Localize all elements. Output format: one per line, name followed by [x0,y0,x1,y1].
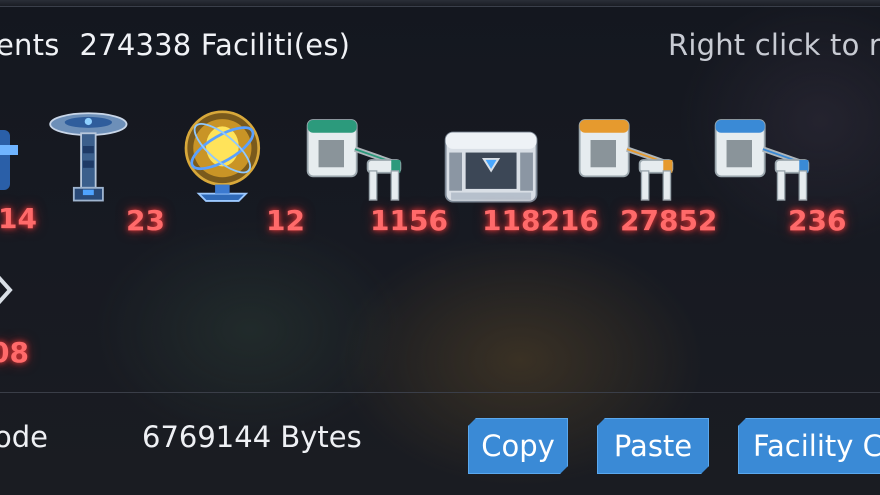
item-quantity: 08 [0,336,29,369]
item-slot[interactable]: 08 [0,262,40,392]
blue-sorter-icon [714,119,810,201]
partial-blueprint-icon [0,130,18,190]
footer-divider [0,392,880,393]
item-slot[interactable]: 118216 [442,118,599,248]
header-summary: ents 274338 Faciliti(es) [0,28,350,62]
item-quantity: 236 [788,204,847,237]
item-quantity: 14 [0,202,37,235]
item-slot[interactable]: 14 [0,110,40,240]
bytes-size: 6769144 Bytes [142,420,362,454]
right-click-hint: Right click to r [668,28,880,62]
item-quantity: 1156 [370,204,448,237]
item-quantity: 23 [126,204,165,237]
item-slot[interactable]: 27852 [576,110,717,240]
item-slot[interactable]: 236 [712,110,846,240]
code-label: ode [0,420,48,454]
item-slot[interactable]: 12 [176,110,305,240]
green-sorter-icon [306,119,402,201]
golden-orb-icon [184,110,261,202]
orange-sorter-icon [578,119,674,201]
partial-diamond-icon [0,275,13,305]
item-slot[interactable]: 1156 [304,110,448,240]
paste-button[interactable]: Paste [597,418,709,474]
item-slot[interactable]: 23 [42,106,165,237]
facility-code-button[interactable]: Facility C [738,418,880,474]
item-quantity: 12 [266,204,305,237]
facility-count: 274338 Faciliti(es) [79,28,351,62]
item-quantity: 27852 [620,204,718,237]
copy-button[interactable]: Copy [468,418,568,474]
top-border [0,0,880,7]
signal-tower-icon [49,112,128,202]
header-left-label: ents [0,28,60,62]
storage-chest-icon [444,131,538,203]
